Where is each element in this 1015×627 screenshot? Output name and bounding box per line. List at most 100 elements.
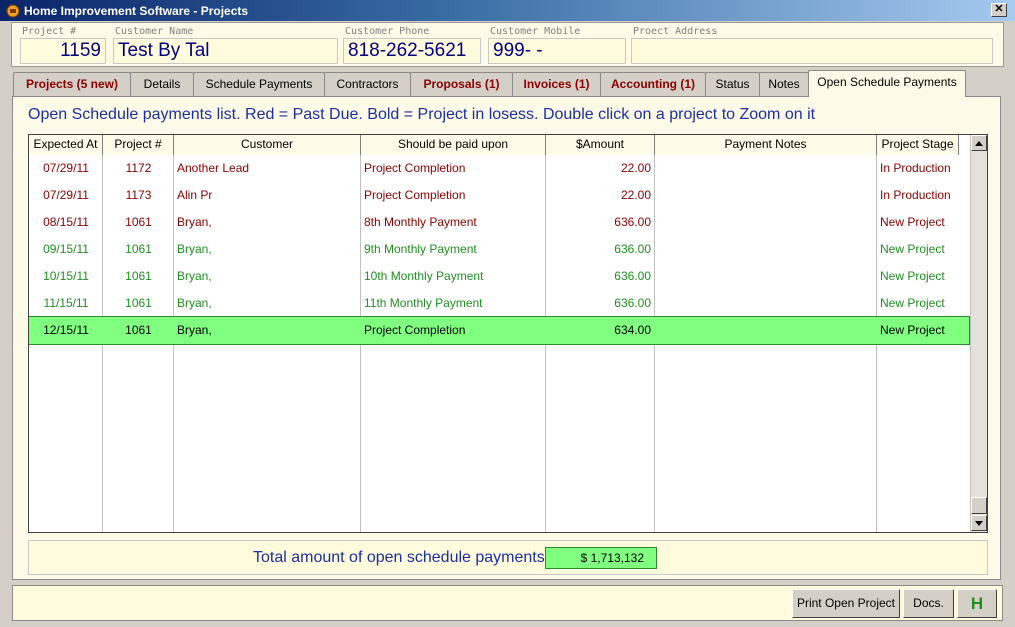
print-open-projects-button[interactable]: Print Open Project	[792, 589, 900, 618]
project-address-field: Proect Address	[631, 25, 993, 64]
tab-accounting-1[interactable]: Accounting (1)	[600, 72, 706, 97]
column-header-amount[interactable]: $Amount	[546, 135, 655, 155]
table-row[interactable]: 08/15/11 1061 Bryan, 8th Monthly Payment 636…	[29, 209, 969, 236]
scroll-down-button[interactable]	[971, 515, 987, 531]
tab-invoices-1[interactable]: Invoices (1)	[512, 72, 601, 97]
arrow-down-icon	[975, 520, 983, 526]
table-row[interactable]: 11/15/11 1061 Bryan, 11th Monthly Payment 63…	[29, 290, 969, 317]
tab-projects-5-new[interactable]: Projects (5 new)	[13, 72, 131, 97]
cell-payment-notes	[655, 209, 877, 236]
tab-schedule-payments[interactable]: Schedule Payments	[193, 72, 325, 97]
customer-phone-label: Customer Phone	[345, 26, 430, 37]
app-logo-icon	[6, 4, 20, 18]
cell-project-number: 1061	[125, 296, 152, 310]
cell-customer: Bryan,	[177, 242, 212, 256]
column-header-project-number[interactable]: Project #	[103, 135, 174, 155]
cell-payment-notes	[655, 182, 877, 209]
column-header-expected-at[interactable]: Expected At	[29, 135, 103, 155]
table-row[interactable]: 12/15/11 1061 Bryan, Project Completion 634.…	[29, 316, 970, 345]
total-panel: Total amount of open schedule payments: …	[28, 540, 988, 575]
cell-should-be-paid-upon: 11th Monthly Payment	[364, 296, 483, 310]
cell-project-stage: New Project	[880, 215, 945, 229]
vertical-scrollbar[interactable]	[970, 135, 987, 532]
tab-contractors[interactable]: Contractors	[324, 72, 411, 97]
cell-project-number: 1061	[125, 215, 152, 229]
cell-payment-notes	[655, 263, 877, 290]
cell-payment-notes	[655, 155, 877, 182]
cell-expected-at: 07/29/11	[43, 161, 89, 175]
cell-project-number: 1061	[125, 269, 152, 283]
cell-project-stage: New Project	[880, 242, 945, 256]
h-button[interactable]: H	[957, 589, 997, 618]
total-label: Total amount of open schedule payments:	[253, 549, 550, 566]
cell-customer: Bryan,	[177, 296, 212, 310]
cell-should-be-paid-upon: Project Completion	[364, 161, 466, 175]
cell-amount: 636.00	[614, 296, 651, 310]
cell-project-number: 1061	[125, 242, 152, 256]
cell-payment-notes	[655, 317, 877, 344]
customer-name-label: Customer Name	[115, 26, 194, 37]
instructions-text: Open Schedule payments list. Red = Past …	[28, 106, 816, 123]
customer-mobile-label: Customer Mobile	[490, 26, 581, 37]
customer-phone-value[interactable]: 818-262-5621	[343, 38, 481, 64]
scroll-up-button[interactable]	[971, 135, 987, 151]
cell-project-stage: New Project	[880, 269, 945, 283]
tab-details[interactable]: Details	[130, 72, 194, 97]
table-row[interactable]: 07/29/11 1172 Another Lead Project Completi…	[29, 155, 969, 182]
column-header-project-stage[interactable]: Project Stage	[877, 135, 959, 155]
cell-expected-at: 12/15/11	[43, 323, 89, 337]
cell-customer: Bryan,	[177, 215, 212, 229]
column-header-customer[interactable]: Customer	[174, 135, 361, 155]
cell-should-be-paid-upon: Project Completion	[364, 323, 466, 337]
cell-payment-notes	[655, 236, 877, 263]
cell-payment-notes	[655, 290, 877, 317]
payments-table[interactable]: Expected At Project # Customer Should be pa…	[28, 134, 988, 533]
cell-expected-at: 09/15/11	[43, 242, 89, 256]
customer-mobile-field: Customer Mobile 999- -	[488, 25, 626, 64]
tab-proposals-1[interactable]: Proposals (1)	[410, 72, 513, 97]
total-value: $ 1,713,132	[545, 547, 657, 569]
open-schedule-payments-panel: Open Schedule payments list. Red = Past …	[12, 96, 1001, 580]
cell-expected-at: 07/29/11	[43, 188, 89, 202]
column-header-payment-notes[interactable]: Payment Notes	[655, 135, 877, 155]
cell-project-stage: New Project	[880, 323, 945, 337]
scroll-thumb[interactable]	[971, 497, 987, 514]
customer-phone-field: Customer Phone 818-262-5621	[343, 25, 481, 64]
tab-status[interactable]: Status	[705, 72, 760, 97]
table-row[interactable]: 10/15/11 1061 Bryan, 10th Monthly Payment 63…	[29, 263, 969, 290]
cell-amount: 22.00	[620, 161, 651, 175]
project-number-label: Project #	[22, 26, 77, 37]
cell-project-stage: In Production	[880, 188, 951, 202]
title-bar: Home Improvement Software - Projects ✕	[0, 0, 1015, 21]
column-header-should-be-paid-upon[interactable]: Should be paid upon	[361, 135, 546, 155]
cell-project-number: 1061	[125, 323, 152, 337]
project-number-value[interactable]: 1159	[20, 38, 106, 64]
docs-button[interactable]: Docs.	[903, 589, 954, 618]
cell-should-be-paid-upon: 10th Monthly Payment	[364, 269, 484, 283]
table-row[interactable]: 07/29/11 1173 Alin Pr Project Completion 22.…	[29, 182, 969, 209]
cell-amount: 636.00	[614, 215, 651, 229]
cell-customer: Alin Pr	[177, 188, 213, 202]
cell-expected-at: 11/15/11	[43, 296, 89, 310]
cell-project-number: 1173	[125, 188, 152, 202]
cell-project-stage: In Production	[880, 161, 951, 175]
tab-notes[interactable]: Notes	[759, 72, 809, 97]
cell-amount: 22.00	[620, 188, 651, 202]
tab-strip: Projects (5 new) Details Schedule Payments…	[13, 70, 966, 97]
project-header: Project # 1159 Customer Name Test By Tal…	[11, 22, 1004, 67]
arrow-up-icon	[975, 140, 983, 146]
cell-amount: 636.00	[614, 269, 651, 283]
customer-name-value[interactable]: Test By Tal	[113, 38, 338, 64]
customer-name-field: Customer Name Test By Tal	[113, 25, 338, 64]
window-title: Home Improvement Software - Projects	[24, 3, 249, 18]
table-row[interactable]: 09/15/11 1061 Bryan, 9th Monthly Payment 636…	[29, 236, 969, 263]
cell-customer: Bryan,	[177, 323, 212, 337]
close-button[interactable]: ✕	[991, 3, 1007, 17]
cell-expected-at: 10/15/11	[43, 269, 89, 283]
cell-project-number: 1172	[125, 161, 152, 175]
project-address-value[interactable]	[631, 38, 993, 64]
cell-project-stage: New Project	[880, 296, 945, 310]
customer-mobile-value[interactable]: 999- -	[488, 38, 626, 64]
tab-open-schedule-payments[interactable]: Open Schedule Payments	[808, 70, 966, 97]
cell-customer: Bryan,	[177, 269, 212, 283]
